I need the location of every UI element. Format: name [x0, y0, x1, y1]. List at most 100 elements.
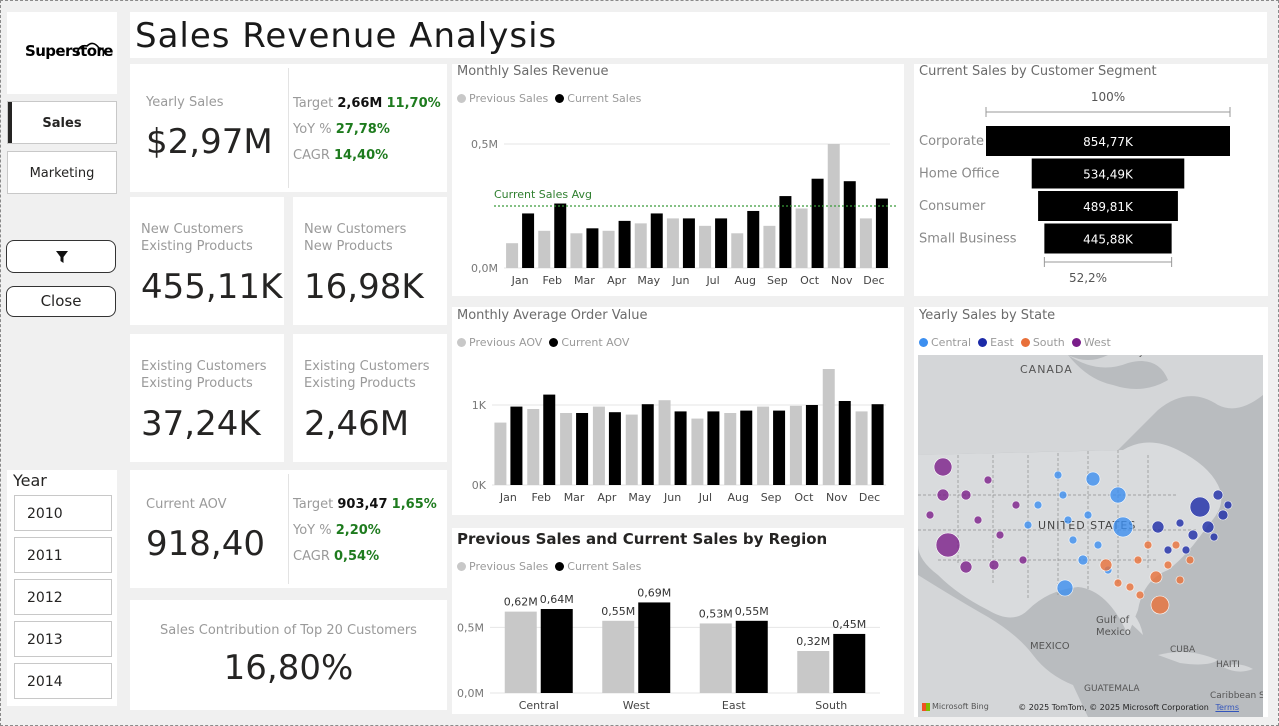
bar-current: [747, 210, 760, 268]
target-pct: 1,65%: [391, 497, 437, 512]
year-option-2011[interactable]: 2011: [14, 537, 112, 573]
map-base: Hudson Bay CANADA UNITED STATES MEXICO G…: [918, 355, 1263, 717]
nav-marketing-button[interactable]: Marketing: [7, 151, 117, 194]
funnel-value-label: 854,77K: [1083, 135, 1134, 149]
target-label: Target: [293, 96, 334, 111]
divider: [288, 68, 289, 188]
bar-previous: [797, 651, 830, 693]
bar-current: [805, 405, 818, 485]
state-bubble-central: [1112, 516, 1134, 538]
state-bubble-west: [933, 457, 953, 477]
state-map-card: Yearly Sales by State Central East South…: [914, 307, 1268, 717]
y-tick-label: 0,5M: [457, 621, 484, 634]
state-bubble-west: [995, 530, 1005, 540]
kpi-value: 16,98K: [304, 267, 424, 307]
bar-previous: [724, 413, 737, 485]
bar-previous: [699, 225, 712, 268]
legend-dot-west: [1071, 338, 1081, 347]
data-label: 0,53M: [699, 607, 733, 620]
state-bubble-west: [935, 532, 961, 558]
state-bubble-south: [1143, 540, 1153, 550]
nav-sales-label: Sales: [42, 116, 82, 131]
data-label: 0,45M: [832, 618, 866, 631]
kpi-label: New Customers New Products: [304, 222, 407, 254]
x-tick-label: Nov: [831, 274, 853, 287]
legend-dot-east: [978, 338, 988, 347]
y-tick-label: 1K: [472, 399, 487, 412]
state-bubble-east: [1181, 545, 1191, 555]
legend-label: South: [1032, 336, 1065, 349]
state-bubble-west: [959, 560, 973, 574]
state-bubble-east: [1163, 545, 1173, 555]
bar-previous: [763, 225, 776, 268]
state-bubble-west: [983, 475, 993, 485]
x-tick-label: May: [637, 274, 660, 287]
segment-funnel-chart: 100% 854,77K Corporate 534,49K Home Office 48…: [919, 90, 1231, 285]
year-option-2013[interactable]: 2013: [14, 621, 112, 657]
kpi-existing-customers-existing-products-1: Existing Customers Existing Products 37,…: [130, 334, 284, 462]
year-option-2010[interactable]: 2010: [14, 495, 112, 531]
legend-dot-central: [919, 338, 928, 347]
target-pct: 11,70%: [386, 96, 441, 111]
bar-current: [843, 181, 856, 268]
nav-sales-button[interactable]: Sales: [7, 101, 117, 144]
bar-current: [735, 620, 768, 693]
state-bubble-south: [1113, 578, 1123, 588]
state-bubble-central: [1023, 520, 1033, 530]
bar-previous: [827, 144, 840, 268]
bar-previous: [699, 623, 732, 693]
monthly-aov-card: Monthly Average Order Value Previous AOV…: [452, 307, 904, 515]
state-bubble-south: [1163, 560, 1173, 570]
kpi-label: Yearly Sales: [146, 95, 224, 110]
region-chart: 0,0M0,5M0,62M 0,64MCentral0,55M0,69MWest0…: [457, 586, 880, 712]
bar-previous: [757, 406, 770, 485]
state-bubble-south: [1175, 575, 1185, 585]
y-tick-label: 0,0M: [457, 687, 484, 700]
x-tick-label: Oct: [800, 274, 820, 287]
close-button[interactable]: Close: [6, 286, 116, 317]
bar-previous: [789, 405, 802, 485]
bar-previous: [634, 223, 647, 268]
kpi-value: 455,11K: [141, 267, 283, 307]
x-tick-label: Dec: [859, 491, 880, 504]
bar-current: [779, 196, 792, 268]
year-slicer-title: Year: [13, 471, 47, 490]
bar-previous: [859, 218, 872, 268]
bar-previous: [625, 414, 638, 485]
state-bubble-east: [1189, 496, 1211, 518]
bar-previous: [504, 611, 537, 693]
map-canvas[interactable]: Hudson Bay CANADA UNITED STATES MEXICO G…: [918, 355, 1263, 717]
bar-current: [650, 213, 663, 268]
map-label: GUATEMALA: [1084, 684, 1140, 694]
x-tick-label: Jun: [671, 274, 689, 287]
funnel-value-label: 534,49K: [1083, 168, 1134, 182]
x-tick-label: Jul: [705, 274, 719, 287]
year-option-2012[interactable]: 2012: [14, 579, 112, 615]
cagr-label: CAGR: [293, 549, 330, 564]
bar-current: [674, 411, 687, 485]
year-option-2014[interactable]: 2014: [14, 663, 112, 699]
legend-label: East: [990, 336, 1014, 349]
yoy-value: 27,78%: [335, 122, 390, 137]
y-tick-label: 0K: [472, 479, 487, 492]
kpi-yoy-row: YoY % 27,78%: [293, 122, 390, 137]
state-bubble-central: [1053, 470, 1063, 480]
map-label: Gulf of: [1096, 615, 1130, 626]
x-tick-label: Apr: [607, 274, 627, 287]
kpi-yoy-row: YoY % 2,20%: [293, 523, 381, 538]
map-legend: Central East South West: [919, 336, 1111, 349]
state-bubble-west: [973, 515, 983, 525]
state-bubble-central: [1093, 540, 1103, 550]
bar-previous: [731, 233, 744, 268]
bar-previous: [658, 400, 671, 485]
kpi-target-row: Target 2,66M 11,70%: [293, 96, 441, 111]
state-bubble-west: [936, 488, 950, 502]
bar-current: [715, 218, 728, 268]
cagr-value: 14,40%: [334, 148, 389, 163]
state-bubble-east: [1187, 529, 1199, 541]
terms-link[interactable]: Terms: [1215, 703, 1239, 712]
filter-icon: [56, 251, 68, 263]
filter-button[interactable]: [6, 240, 116, 273]
state-bubble-east: [1201, 520, 1215, 534]
legend-label: West: [1083, 336, 1111, 349]
